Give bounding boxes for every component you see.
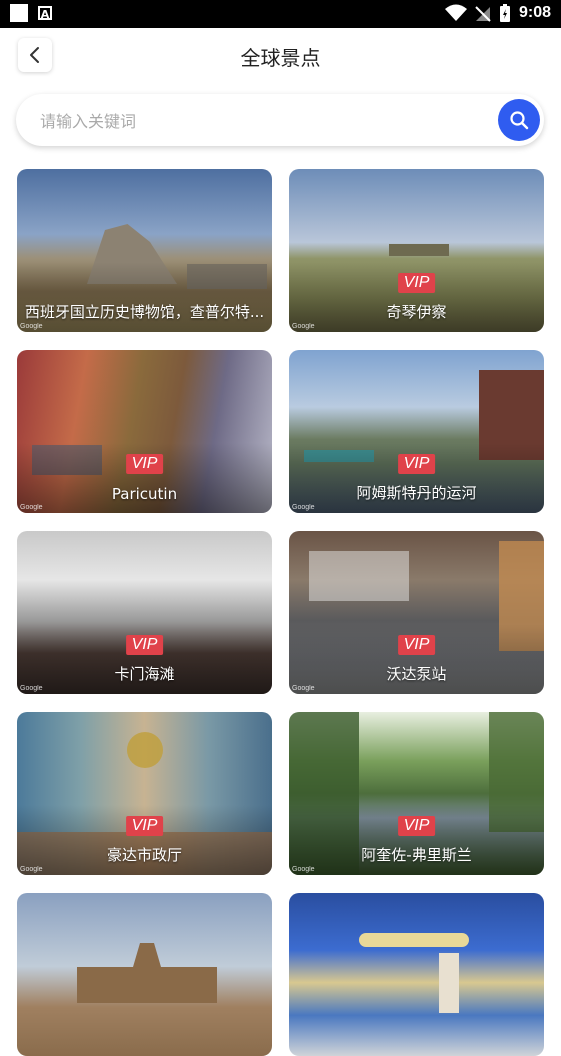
notification-square-icon xyxy=(10,4,28,22)
place-card[interactable]: 西班牙国立历史博物馆，查普尔特... Google xyxy=(17,169,272,332)
google-watermark: Google xyxy=(292,323,315,330)
wifi-icon xyxy=(444,4,467,21)
status-bar: A 9:08 xyxy=(0,0,561,28)
place-card[interactable]: VIP 卡门海滩 Google xyxy=(17,531,272,694)
place-card[interactable]: VIP 豪达市政厅 Google xyxy=(17,712,272,875)
vip-badge: VIP xyxy=(397,635,436,655)
google-watermark: Google xyxy=(292,504,315,511)
app-header: 全球景点 xyxy=(0,28,561,86)
place-card[interactable] xyxy=(289,893,544,1056)
battery-icon xyxy=(499,4,510,22)
search-icon xyxy=(510,111,529,130)
google-watermark: Google xyxy=(20,323,43,330)
place-name: 阿姆斯特丹的运河 xyxy=(356,484,477,502)
place-card[interactable]: VIP 阿奎佐-弗里斯兰 Google xyxy=(289,712,544,875)
place-photo xyxy=(17,893,272,1056)
vip-badge: VIP xyxy=(397,816,436,836)
places-grid: 西班牙国立历史博物馆，查普尔特... Google VIP 奇琴伊察 Googl… xyxy=(17,169,544,1056)
place-name: 沃达泵站 xyxy=(386,665,447,683)
place-name: 西班牙国立历史博物馆，查普尔特... xyxy=(24,303,265,321)
vip-badge: VIP xyxy=(125,635,164,655)
google-watermark: Google xyxy=(20,685,43,692)
google-watermark: Google xyxy=(292,866,315,873)
google-watermark: Google xyxy=(292,685,315,692)
google-watermark: Google xyxy=(20,504,43,511)
search-button[interactable] xyxy=(498,99,540,141)
place-card[interactable]: VIP Paricutin Google xyxy=(17,350,272,513)
page-title: 全球景点 xyxy=(240,46,321,70)
google-watermark: Google xyxy=(20,866,43,873)
notification-a-icon: A xyxy=(38,6,52,21)
vip-badge: VIP xyxy=(125,816,164,836)
status-time: 9:08 xyxy=(518,4,551,21)
vip-badge: VIP xyxy=(397,273,436,293)
place-name: 卡门海滩 xyxy=(114,665,175,683)
place-name: 奇琴伊察 xyxy=(386,303,447,321)
place-name: 豪达市政厅 xyxy=(106,846,182,864)
vip-badge: VIP xyxy=(397,454,436,474)
place-card[interactable] xyxy=(17,893,272,1056)
place-photo xyxy=(289,893,544,1056)
place-name: 阿奎佐-弗里斯兰 xyxy=(361,846,472,864)
place-card[interactable]: VIP 奇琴伊察 Google xyxy=(289,169,544,332)
search-input[interactable] xyxy=(38,94,482,148)
place-name: Paricutin xyxy=(111,485,178,503)
place-card[interactable]: VIP 沃达泵站 Google xyxy=(289,531,544,694)
vip-badge: VIP xyxy=(125,454,164,474)
signal-off-icon xyxy=(475,6,491,22)
place-card[interactable]: VIP 阿姆斯特丹的运河 Google xyxy=(289,350,544,513)
search-bar xyxy=(16,94,544,148)
